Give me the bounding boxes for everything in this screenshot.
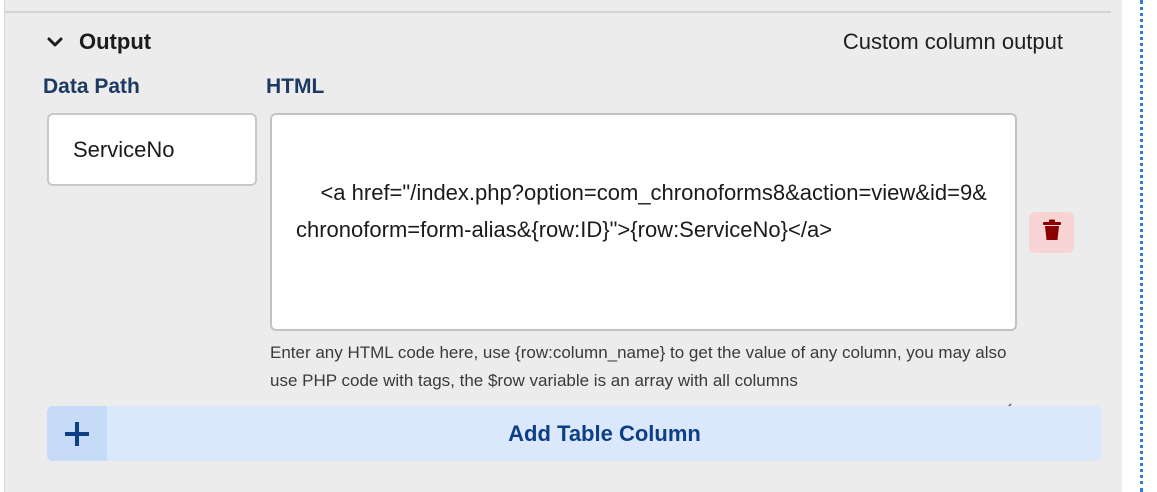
html-textarea-value: <a href="/index.php?option=com_chronofor…	[296, 180, 987, 242]
dashed-border	[1140, 0, 1143, 492]
section-title: Output	[79, 29, 152, 54]
plus-icon	[47, 406, 107, 461]
trash-icon	[1042, 219, 1062, 246]
html-help-text: Enter any HTML code here, use {row:colum…	[270, 343, 1007, 390]
data-path-label: Data Path	[43, 75, 140, 98]
divider	[5, 11, 1111, 13]
section-description: Custom column output	[842, 29, 1063, 54]
html-textarea[interactable]: <a href="/index.php?option=com_chronofor…	[270, 113, 1017, 414]
delete-column-button[interactable]	[1029, 212, 1074, 253]
html-label: HTML	[266, 75, 325, 98]
chevron-down-icon	[45, 32, 65, 52]
resize-grip-icon[interactable]	[1000, 314, 1012, 414]
output-section-toggle[interactable]: Output	[45, 26, 151, 58]
add-table-column-label: Add Table Column	[508, 421, 701, 446]
data-path-input[interactable]: ServiceNo	[47, 113, 257, 186]
add-table-column-button[interactable]: Add Table Column	[47, 406, 1102, 461]
column-settings-panel: Output Custom column output Data Path HT…	[4, 0, 1122, 492]
